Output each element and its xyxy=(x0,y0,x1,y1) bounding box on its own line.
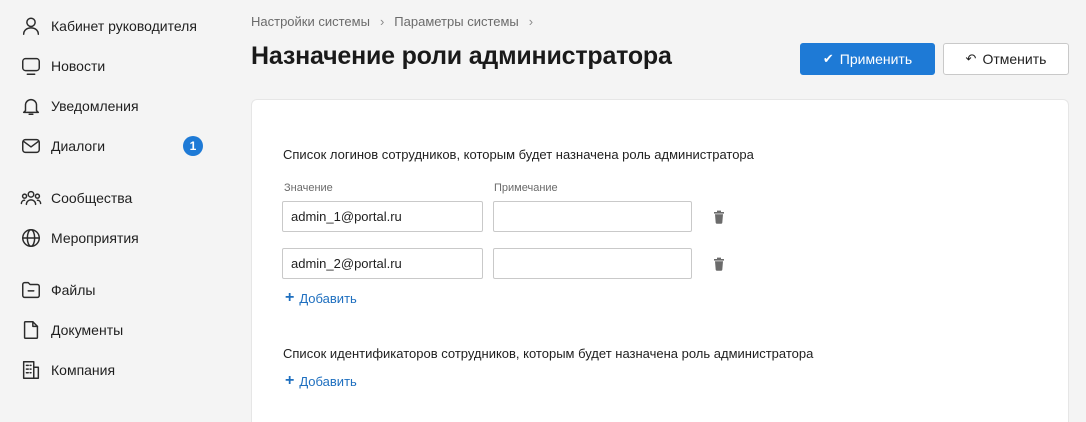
sidebar-item-label: Сообщества xyxy=(51,190,133,206)
plus-icon: + xyxy=(285,372,295,389)
trash-icon[interactable] xyxy=(712,210,726,224)
breadcrumb: Настройки системы › Параметры системы › xyxy=(251,14,543,29)
sidebar-item-dialogs[interactable]: Диалоги 1 xyxy=(0,126,240,166)
value-column-label: Значение xyxy=(284,182,333,194)
cancel-button-label: Отменить xyxy=(982,51,1047,67)
login-value-input[interactable]: admin_2@portal.ru xyxy=(282,248,483,279)
sidebar-item-news[interactable]: Новости xyxy=(0,46,240,86)
bell-icon xyxy=(20,95,42,117)
sidebar-item-notifications[interactable]: Уведомления xyxy=(0,86,240,126)
sidebar-item-label: Документы xyxy=(51,322,124,338)
people-icon xyxy=(20,187,42,209)
undo-icon: ↶ xyxy=(965,51,977,66)
sidebar-item-events[interactable]: Мероприятия xyxy=(0,218,240,258)
building-icon xyxy=(20,359,42,381)
add-id-link[interactable]: + Добавить xyxy=(285,373,357,389)
login-value-input[interactable]: admin_1@portal.ru xyxy=(282,201,483,232)
document-icon xyxy=(20,319,42,341)
login-note-input[interactable] xyxy=(493,248,692,279)
sidebar: Кабинет руководителя Новости Уведомления… xyxy=(0,0,240,422)
nav-group-files: Файлы Документы Компания xyxy=(0,270,240,390)
sidebar-item-label: Файлы xyxy=(51,282,96,298)
logins-section-label: Список логинов сотрудников, которым буде… xyxy=(283,147,754,162)
settings-card: Список логинов сотрудников, которым буде… xyxy=(251,99,1069,422)
cancel-button[interactable]: ↶ Отменить xyxy=(943,43,1069,75)
trash-icon[interactable] xyxy=(712,257,726,271)
sidebar-item-files[interactable]: Файлы xyxy=(0,270,240,310)
sidebar-item-communities[interactable]: Сообщества xyxy=(0,178,240,218)
sidebar-item-label: Новости xyxy=(51,58,106,74)
sidebar-item-company[interactable]: Компания xyxy=(0,350,240,390)
sidebar-item-label: Диалоги xyxy=(51,138,106,154)
nav-group-social: Сообщества Мероприятия xyxy=(0,178,240,258)
apply-button-label: Применить xyxy=(839,51,913,67)
chevron-right-icon: › xyxy=(528,14,534,29)
add-login-label: Добавить xyxy=(299,290,357,306)
unread-badge: 1 xyxy=(183,136,203,156)
note-column-label: Примечание xyxy=(494,182,558,194)
sidebar-item-label: Кабинет руководителя xyxy=(51,18,197,34)
sidebar-item-label: Компания xyxy=(51,362,116,378)
sidebar-item-label: Мероприятия xyxy=(51,230,139,246)
sidebar-item-manager-cabinet[interactable]: Кабинет руководителя xyxy=(0,6,240,46)
globe-icon xyxy=(20,227,42,249)
ids-section-label: Список идентификаторов сотрудников, кото… xyxy=(283,346,814,361)
chevron-right-icon: › xyxy=(379,14,385,29)
page-title: Назначение роли администратора xyxy=(251,42,672,70)
check-icon: ✔ xyxy=(822,51,834,66)
login-note-input[interactable] xyxy=(493,201,692,232)
breadcrumb-system-settings[interactable]: Настройки системы xyxy=(251,14,370,29)
user-icon xyxy=(20,15,42,37)
monitor-icon xyxy=(20,55,42,77)
nav-group-main: Кабинет руководителя Новости Уведомления… xyxy=(0,6,240,166)
sidebar-item-documents[interactable]: Документы xyxy=(0,310,240,350)
folder-icon xyxy=(20,279,42,301)
add-login-link[interactable]: + Добавить xyxy=(285,290,357,306)
add-id-label: Добавить xyxy=(299,373,357,389)
plus-icon: + xyxy=(285,289,295,306)
breadcrumb-system-parameters[interactable]: Параметры системы xyxy=(394,14,519,29)
mail-icon xyxy=(20,135,42,157)
sidebar-item-label: Уведомления xyxy=(51,98,139,114)
apply-button[interactable]: ✔ Применить xyxy=(800,43,935,75)
